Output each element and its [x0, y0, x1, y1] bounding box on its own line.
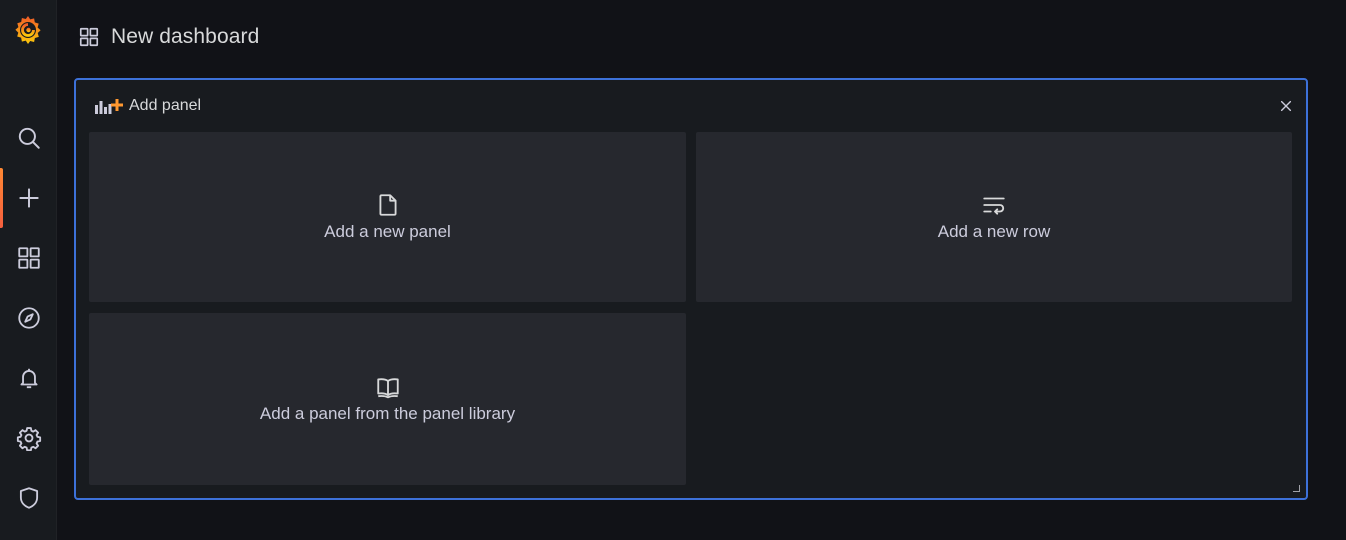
search-icon[interactable] — [0, 114, 57, 162]
close-button[interactable] — [1278, 98, 1294, 114]
book-open-icon — [376, 378, 399, 399]
panel-header: Add panel — [94, 97, 201, 115]
bell-icon[interactable] — [0, 354, 57, 402]
plus-icon[interactable] — [0, 168, 57, 228]
add-from-library-button[interactable]: Add a panel from the panel library — [89, 313, 686, 485]
compass-icon[interactable] — [0, 294, 57, 342]
add-panel-widget: Add panel Add a new panel Add a new row … — [74, 78, 1308, 500]
add-new-panel-button[interactable]: Add a new panel — [89, 132, 686, 302]
panel-title: Add panel — [129, 97, 202, 114]
wrap-text-icon — [983, 197, 1005, 215]
side-menu — [0, 0, 57, 540]
add-new-row-button[interactable]: Add a new row — [696, 132, 1292, 302]
add-from-library-label: Add a panel from the panel library — [259, 404, 516, 423]
add-new-panel-label: Add a new panel — [324, 222, 451, 241]
page-title[interactable]: New dashboard — [111, 25, 259, 49]
gear-icon[interactable] — [0, 414, 57, 462]
dashboard-header: New dashboard — [78, 22, 259, 52]
shield-icon[interactable] — [0, 474, 57, 522]
add-new-row-label: Add a new row — [937, 222, 1051, 241]
dashboards-icon — [79, 27, 99, 47]
grafana-logo[interactable] — [11, 13, 45, 47]
file-icon — [378, 194, 397, 216]
dashboards-icon[interactable] — [0, 234, 57, 282]
close-icon — [1280, 100, 1292, 112]
resize-handle[interactable] — [1293, 485, 1300, 492]
add-panel-icon — [95, 99, 123, 114]
